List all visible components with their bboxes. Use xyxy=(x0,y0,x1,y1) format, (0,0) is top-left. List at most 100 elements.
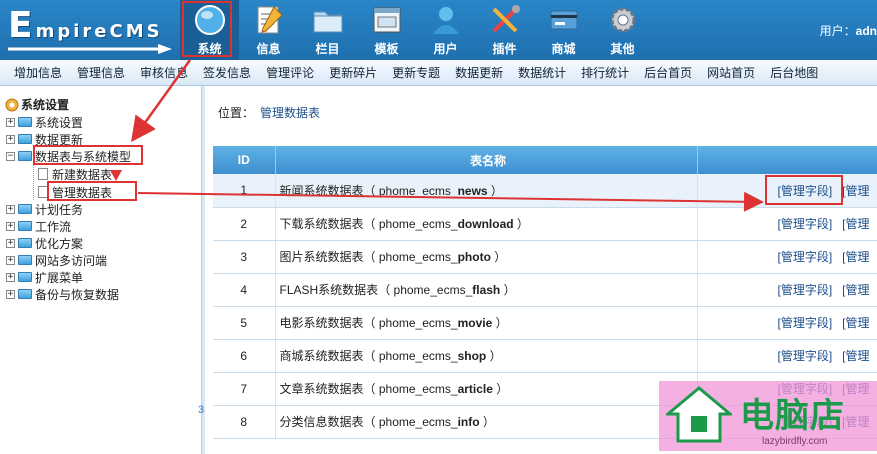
expand-icon[interactable]: + xyxy=(6,204,15,214)
sidebar-splitter[interactable] xyxy=(201,86,205,454)
expand-icon[interactable]: + xyxy=(6,221,15,231)
nav-item-3[interactable]: 模板 xyxy=(357,0,416,60)
row-cn-name: 商城系统数据表 xyxy=(279,349,364,363)
manage-more-link[interactable]: [管理 xyxy=(842,349,869,363)
row-table-name: 文章系统数据表（ phome_ecms_article ） xyxy=(275,372,698,406)
menu-item-3[interactable]: 签发信息 xyxy=(203,64,251,81)
logo-text: EmpireCMS xyxy=(8,5,163,46)
row-prefix: phome_ecms_ xyxy=(378,316,458,330)
manage-field-link[interactable]: [管理字段] xyxy=(778,250,833,264)
settings-globe-icon xyxy=(5,98,19,111)
nav-item-5[interactable]: 插件 xyxy=(475,0,534,60)
menu-item-8[interactable]: 数据统计 xyxy=(518,64,566,81)
annotation-box-nav xyxy=(182,1,232,57)
menu-item-11[interactable]: 网站首页 xyxy=(707,64,755,81)
user-area: 用户：adn xyxy=(820,22,877,39)
menu-item-4[interactable]: 管理评论 xyxy=(266,64,314,81)
nav-item-label: 信息 xyxy=(256,42,281,56)
top-bar: EmpireCMS 系统 信息 栏目 模板 用户 插件 商城 其他 用户：adn xyxy=(0,0,877,60)
row-suffix: news xyxy=(457,183,488,198)
row-cn-name: 图片系统数据表 xyxy=(279,250,364,264)
expand-icon[interactable]: + xyxy=(6,255,15,265)
logo-underline-arrow xyxy=(8,44,172,54)
menu-item-10[interactable]: 后台首页 xyxy=(644,64,692,81)
manage-field-link[interactable]: [管理字段] xyxy=(778,349,833,363)
tree-item-label: 备份与恢复数据 xyxy=(35,287,120,302)
nav-item-6[interactable]: 商城 xyxy=(534,0,593,60)
tree-child-0[interactable]: 新建数据表 xyxy=(38,166,112,182)
row-cn-name: 分类信息数据表 xyxy=(279,415,364,429)
menu-item-5[interactable]: 更新碎片 xyxy=(329,64,377,81)
expand-icon[interactable]: + xyxy=(6,134,15,144)
manage-more-link[interactable]: [管理 xyxy=(842,283,869,297)
menu-item-12[interactable]: 后台地图 xyxy=(770,64,818,81)
tree-item-7[interactable]: + 扩展菜单 xyxy=(6,269,83,285)
menu-item-7[interactable]: 数据更新 xyxy=(455,64,503,81)
nav-item-label: 栏目 xyxy=(315,42,340,56)
row-table-name: 分类信息数据表（ phome_ecms_info ） xyxy=(275,405,698,439)
tree-item-3[interactable]: + 计划任务 xyxy=(6,201,83,217)
menu-item-2[interactable]: 审核信息 xyxy=(140,64,188,81)
annotation-box-tree-model xyxy=(33,145,143,165)
row-prefix: phome_ecms_ xyxy=(393,283,473,297)
folder-icon xyxy=(18,255,32,265)
manage-more-link[interactable]: [管理 xyxy=(842,184,869,198)
tree-item-8[interactable]: + 备份与恢复数据 xyxy=(6,286,119,302)
menu-item-0[interactable]: 增加信息 xyxy=(14,64,62,81)
menu-item-6[interactable]: 更新专题 xyxy=(392,64,440,81)
watermark-url: lazybirdfly.com xyxy=(762,436,828,447)
tree-item-label: 系统设置 xyxy=(35,115,84,130)
manage-more-link[interactable]: [管理 xyxy=(842,316,869,330)
row-prefix: phome_ecms_ xyxy=(378,217,458,231)
collapse-icon[interactable]: − xyxy=(6,151,15,161)
folder-icon xyxy=(18,204,32,214)
manage-field-link[interactable]: [管理字段] xyxy=(778,316,833,330)
folder-icon xyxy=(18,289,32,299)
row-suffix: shop xyxy=(457,349,487,363)
tree-item-6[interactable]: + 网站多访问端 xyxy=(6,252,107,268)
table-row: 2 下载系统数据表（ phome_ecms_download ） [管理字段] [管理 xyxy=(213,207,877,241)
user-icon xyxy=(432,7,459,34)
tree-root[interactable]: 系统设置 xyxy=(5,96,69,113)
nav-item-7[interactable]: 其他 xyxy=(593,0,652,60)
nav-item-1[interactable]: 信息 xyxy=(239,0,298,60)
menu-item-1[interactable]: 管理信息 xyxy=(77,64,125,81)
tree-item-label: 扩展菜单 xyxy=(35,270,84,285)
nav-item-label: 用户 xyxy=(433,42,458,56)
tree-item-4[interactable]: + 工作流 xyxy=(6,218,71,234)
annotation-box-manage-field xyxy=(765,175,843,205)
document-icon xyxy=(38,168,48,180)
manage-more-link[interactable]: [管理 xyxy=(842,217,869,231)
row-cn-name: 下载系统数据表 xyxy=(279,217,364,231)
table-row: 4 FLASH系统数据表（ phome_ecms_flash ） [管理字段] [管理 xyxy=(213,273,877,307)
expand-icon[interactable]: + xyxy=(6,238,15,248)
nav-item-label: 其他 xyxy=(610,42,635,56)
tree-item-label: 优化方案 xyxy=(35,236,84,251)
breadcrumb: 位置： 管理数据表 xyxy=(218,104,320,121)
logo: EmpireCMS xyxy=(0,0,178,60)
table-header-row: ID 表名称 xyxy=(213,146,877,174)
header-id: ID xyxy=(213,146,276,174)
tree-root-label: 系统设置 xyxy=(21,98,70,112)
folder-icon xyxy=(18,272,32,282)
manage-more-link[interactable]: [管理 xyxy=(842,250,869,264)
expand-icon[interactable]: + xyxy=(6,289,15,299)
manage-field-link[interactable]: [管理字段] xyxy=(778,217,833,231)
row-suffix: info xyxy=(457,415,480,429)
nav-item-2[interactable]: 栏目 xyxy=(298,0,357,60)
expand-icon[interactable]: + xyxy=(6,117,15,127)
folder-icon xyxy=(18,134,32,144)
row-id: 5 xyxy=(213,306,276,340)
manage-field-link[interactable]: [管理字段] xyxy=(778,283,833,297)
tree-item-5[interactable]: + 优化方案 xyxy=(6,235,83,251)
table-row: 3 图片系统数据表（ phome_ecms_photo ） [管理字段] [管理 xyxy=(213,240,877,274)
breadcrumb-link[interactable]: 管理数据表 xyxy=(260,106,320,120)
menu-item-9[interactable]: 排行统计 xyxy=(581,64,629,81)
row-prefix: phome_ecms_ xyxy=(378,415,458,429)
tree-item-0[interactable]: + 系统设置 xyxy=(6,114,83,130)
folder-icon xyxy=(18,151,32,161)
tree-item-label: 计划任务 xyxy=(35,202,84,217)
expand-icon[interactable]: + xyxy=(6,272,15,282)
nav-item-4[interactable]: 用户 xyxy=(416,0,475,60)
user-name[interactable]: adn xyxy=(856,24,877,38)
